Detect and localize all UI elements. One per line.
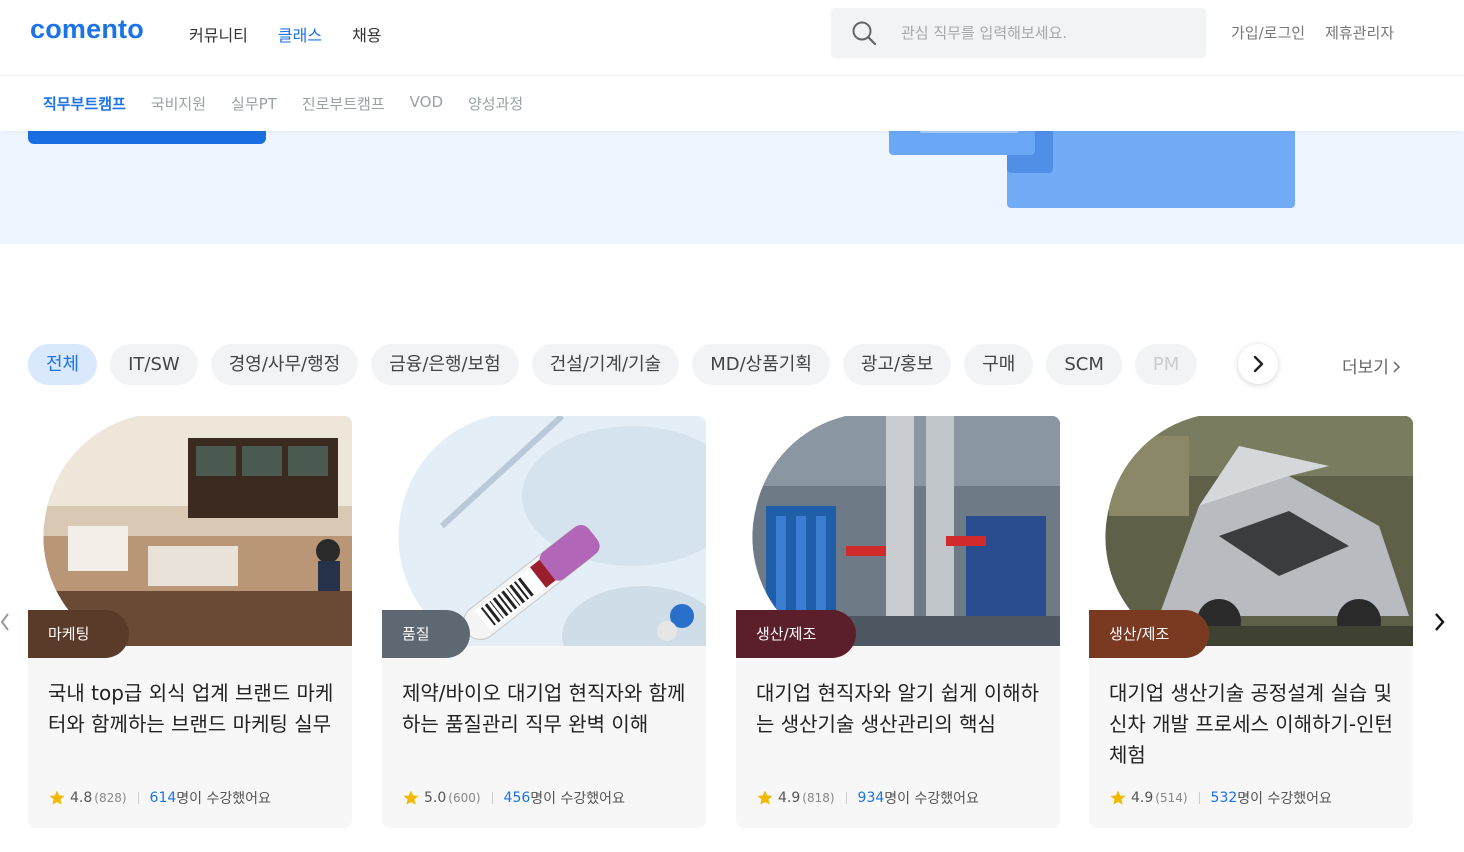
meta-divider <box>845 792 847 804</box>
top-navigation: comento 커뮤니티 클래스 채용 가입/로그인 제휴관리자 <box>0 0 1464 76</box>
course-meta: 5.0 (600) 456 명이 수강했어요 <box>402 788 625 808</box>
subnav-government-support[interactable]: 국비지원 <box>151 93 206 114</box>
meta-divider <box>1198 792 1200 804</box>
chip-finance[interactable]: 금융/은행/보험 <box>371 344 519 385</box>
partner-admin-link[interactable]: 제휴관리자 <box>1325 22 1394 43</box>
subnav-vod[interactable]: VOD <box>410 93 443 114</box>
auth-links: 가입/로그인 제휴관리자 <box>1231 22 1394 43</box>
course-meta: 4.9 (818) 934 명이 수강했어요 <box>756 788 979 808</box>
search-input[interactable] <box>901 8 1191 58</box>
course-card[interactable]: 마케팅 국내 top급 외식 업계 브랜드 마케터와 함께하는 브랜드 마케팅 … <box>28 416 352 828</box>
subnav-career-bootcamp[interactable]: 진로부트캠프 <box>302 93 385 114</box>
category-badge: 생산/제조 <box>736 610 857 658</box>
course-title[interactable]: 대기업 현직자와 알기 쉽게 이해하는 생산기술 생산관리의 핵심 <box>756 678 1044 740</box>
chip-md[interactable]: MD/상품기획 <box>692 344 830 385</box>
category-badge: 품질 <box>382 610 470 658</box>
chevron-right-icon <box>1253 355 1264 373</box>
banner-illustration-bar <box>920 131 1018 133</box>
menu-item-jobs[interactable]: 채용 <box>352 22 381 46</box>
course-card[interactable]: 생산/제조 대기업 현직자와 알기 쉽게 이해하는 생산기술 생산관리의 핵심 … <box>736 416 1060 828</box>
student-count: 934 <box>857 790 885 806</box>
signup-login-link[interactable]: 가입/로그인 <box>1231 22 1305 43</box>
student-label: 명이 수강했어요 <box>176 791 271 807</box>
search-icon[interactable] <box>851 20 877 46</box>
star-icon <box>403 790 419 805</box>
subnav-training[interactable]: 양성과정 <box>468 93 523 114</box>
sub-navigation: 직무부트캠프 국비지원 실무PT 진로부트캠프 VOD 양성과정 <box>0 76 1464 131</box>
rating-value: 5.0 <box>424 790 447 806</box>
chip-advertising[interactable]: 광고/홍보 <box>842 344 952 385</box>
course-meta: 4.9 (514) 532 명이 수강했어요 <box>1109 788 1332 808</box>
chip-pm[interactable]: PM <box>1134 344 1198 385</box>
comento-logo[interactable]: comento <box>30 14 144 45</box>
search-box <box>831 8 1206 58</box>
banner-illustration-card <box>889 131 1035 155</box>
course-meta: 4.8 (828) 614 명이 수강했어요 <box>48 788 271 808</box>
chip-purchasing[interactable]: 구매 <box>964 344 1034 385</box>
chip-scm[interactable]: SCM <box>1046 344 1122 385</box>
rating-value: 4.8 <box>70 790 93 806</box>
carousel-next-icon[interactable] <box>1432 610 1446 634</box>
student-count: 532 <box>1210 790 1238 806</box>
subnav-bootcamp[interactable]: 직무부트캠프 <box>43 93 126 114</box>
course-title[interactable]: 대기업 생산기술 공정설계 실습 및 신차 개발 프로세스 이해하기-인턴체험 <box>1109 678 1397 771</box>
category-chips: 전체 IT/SW 경영/사무/행정 금융/은행/보험 건설/기계/기술 MD/상… <box>28 344 1278 386</box>
course-card[interactable]: 생산/제조 대기업 생산기술 공정설계 실습 및 신차 개발 프로세스 이해하기… <box>1089 416 1413 828</box>
chip-all[interactable]: 전체 <box>28 344 98 385</box>
review-count: (828) <box>94 791 127 805</box>
category-badge: 생산/제조 <box>1089 610 1210 658</box>
student-label: 명이 수강했어요 <box>530 791 625 807</box>
chips-next-button[interactable] <box>1238 344 1278 384</box>
banner-cta-button[interactable] <box>28 131 266 144</box>
meta-divider <box>491 792 493 804</box>
carousel-prev-icon[interactable] <box>0 610 10 634</box>
category-badge: 마케팅 <box>28 610 130 658</box>
chip-construction[interactable]: 건설/기계/기술 <box>531 344 680 385</box>
review-count: (600) <box>448 791 481 805</box>
menu-item-community[interactable]: 커뮤니티 <box>189 22 248 46</box>
student-count: 456 <box>503 790 531 806</box>
student-label: 명이 수강했어요 <box>884 791 979 807</box>
more-label: 더보기 <box>1342 358 1389 378</box>
course-title[interactable]: 국내 top급 외식 업계 브랜드 마케터와 함께하는 브랜드 마케팅 실무 <box>48 678 336 740</box>
rating-value: 4.9 <box>1131 790 1154 806</box>
main-menu: 커뮤니티 클래스 채용 <box>189 22 382 46</box>
star-icon <box>49 790 65 805</box>
star-icon <box>1110 790 1126 805</box>
hero-banner <box>0 131 1464 244</box>
chip-management[interactable]: 경영/사무/행정 <box>210 344 359 385</box>
review-count: (818) <box>802 791 835 805</box>
course-card[interactable]: 품질 제약/바이오 대기업 현직자와 함께하는 품질관리 직무 완벽 이해 5.… <box>382 416 706 828</box>
chevron-right-small-icon <box>1393 361 1400 373</box>
course-title[interactable]: 제약/바이오 대기업 현직자와 함께하는 품질관리 직무 완벽 이해 <box>402 678 690 740</box>
menu-item-class[interactable]: 클래스 <box>278 22 322 46</box>
review-count: (514) <box>1155 791 1188 805</box>
subnav-practical-pt[interactable]: 실무PT <box>231 93 277 114</box>
meta-divider <box>137 792 139 804</box>
more-link[interactable]: 더보기 <box>1342 353 1401 378</box>
chip-it-sw[interactable]: IT/SW <box>110 344 198 385</box>
student-count: 614 <box>149 790 177 806</box>
star-icon <box>757 790 773 805</box>
rating-value: 4.9 <box>778 790 801 806</box>
student-label: 명이 수강했어요 <box>1237 791 1332 807</box>
